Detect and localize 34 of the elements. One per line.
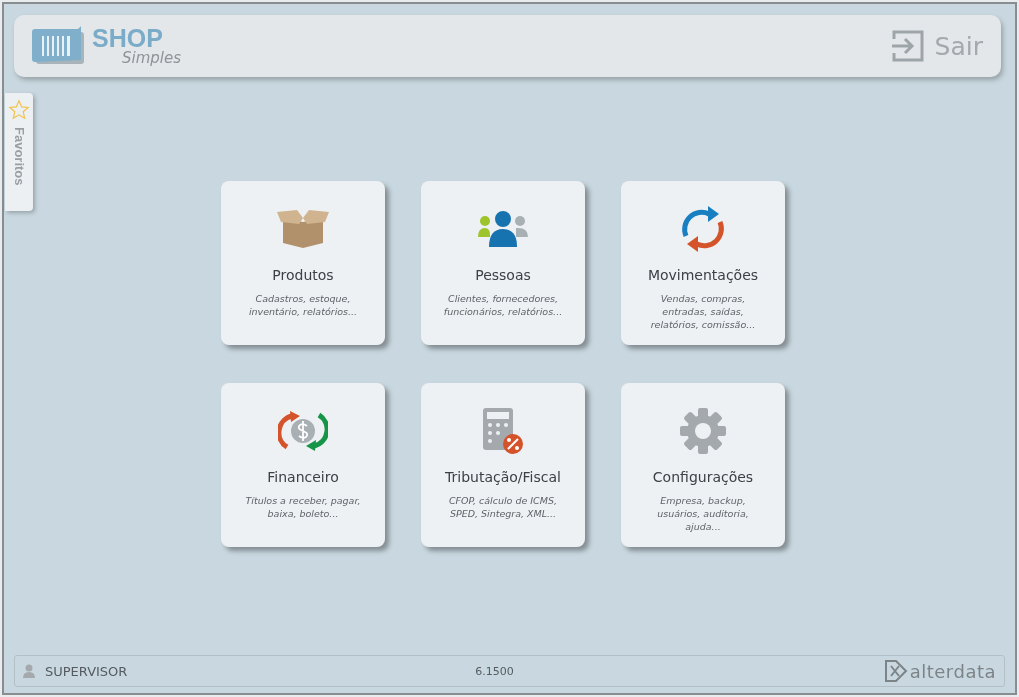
module-card[interactable]: Pessoas Clientes, fornecedores, funcionários, relatórios...	[421, 181, 585, 345]
module-description: Clientes, fornecedores, funcionários, relatórios...	[443, 293, 563, 319]
money-cycle-icon	[278, 411, 328, 451]
sync-arrows-icon	[681, 206, 725, 252]
exit-icon	[890, 29, 925, 63]
module-title: Pessoas	[475, 267, 531, 283]
people-icon	[478, 211, 528, 247]
version-number: 6.1500	[475, 664, 514, 678]
box-icon	[277, 210, 329, 248]
module-card[interactable]: Produtos Cadastros, estoque, inventário, relatórios...	[221, 181, 385, 345]
star-icon	[8, 99, 30, 121]
module-card[interactable]: Tributação/Fiscal CFOP, cálculo de ICMS, SPED, Sintegra, XML...	[421, 383, 585, 547]
brand-name: alterdata	[909, 660, 996, 682]
logo-subtitle: Simples	[122, 51, 182, 66]
module-title: Tributação/Fiscal	[445, 469, 561, 485]
calculator-icon	[483, 408, 523, 454]
module-description: Empresa, backup, usuários, auditoria, ajuda...	[657, 495, 749, 534]
module-description: Títulos a receber, pagar, baixa, boleto...	[245, 495, 361, 521]
settings-icon	[680, 408, 726, 454]
logo-title: SHOP	[92, 26, 163, 51]
brand-logo-icon	[883, 659, 908, 683]
module-title: Movimentações	[647, 267, 759, 283]
user-name: SUPERVISOR	[45, 663, 128, 679]
module-card[interactable]: Movimentações Vendas, compras, entradas, saídas, relatórios, comissão...	[621, 181, 785, 345]
module-title: Financeiro	[267, 469, 339, 485]
module-title: Produtos	[272, 267, 334, 283]
barcode-logo-icon	[32, 26, 86, 66]
module-card[interactable]: Configurações Empresa, backup, usuários, auditoria, ajuda...	[621, 383, 785, 547]
module-description: CFOP, cálculo de ICMS, SPED, Sintegra, XML...	[449, 495, 557, 521]
user-icon	[23, 664, 35, 678]
module-title: Configurações	[652, 469, 754, 485]
module-description: Vendas, compras, entradas, saídas, relatórios, comissão...	[650, 293, 756, 332]
module-card[interactable]: Financeiro Títulos a receber, pagar, baixa, boleto...	[221, 383, 385, 547]
module-description: Cadastros, estoque, inventário, relatórios...	[248, 293, 358, 319]
